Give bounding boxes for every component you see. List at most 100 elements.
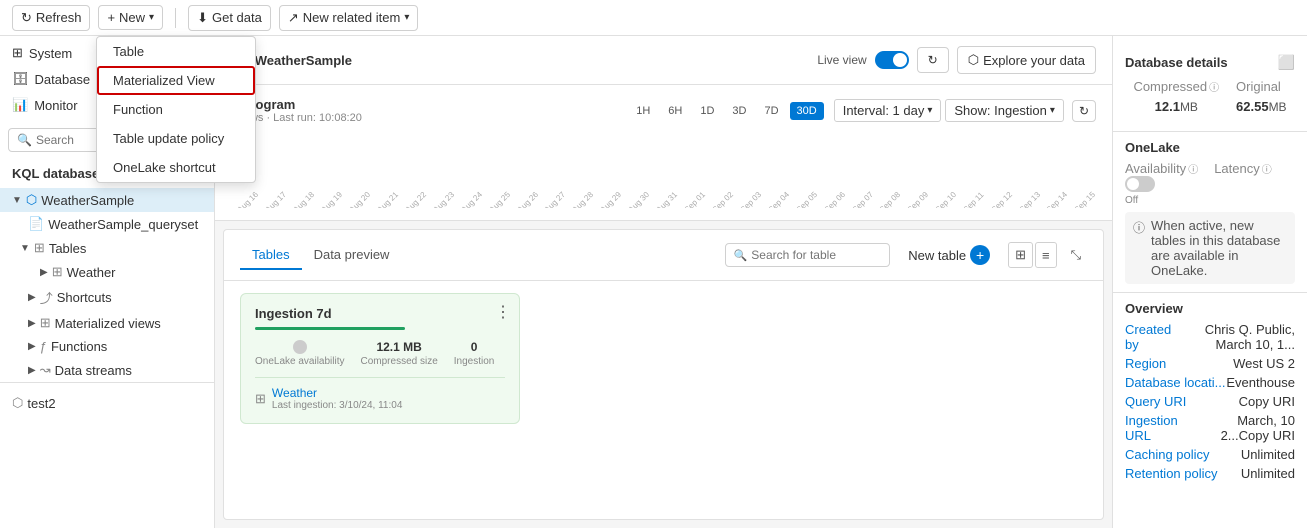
explore-data-button[interactable]: ⬡ Explore your data <box>957 46 1096 74</box>
sidebar-item-functions[interactable]: ▶ ƒ Functions <box>0 335 214 358</box>
mat-views-label: Materialized views <box>55 316 161 331</box>
database-details-title: Database details ⬜ <box>1125 54 1295 71</box>
chevron-down-icon: ▾ <box>149 12 154 23</box>
expand-weather-icon: ▶ <box>40 267 48 278</box>
compressed-size-box: Compressed ⓘ 12.1MB <box>1133 79 1219 117</box>
panel-expand-icon[interactable]: ⬜ <box>1278 54 1295 71</box>
dropdown-item-onelake-shortcut[interactable]: OneLake shortcut <box>97 153 255 182</box>
card-title: Ingestion 7d <box>255 306 505 321</box>
show-button[interactable]: Show: Ingestion ▾ <box>945 99 1064 122</box>
overview-row: Created by Chris Q. Public, March 10, 1.… <box>1125 322 1295 352</box>
card-stats: OneLake availability 12.1 MB Compressed … <box>255 340 505 367</box>
db-name-label: WeatherSample <box>41 193 134 208</box>
overview-row: Database locati... Eventhouse <box>1125 375 1295 390</box>
sidebar-item-shortcuts[interactable]: ▶ ⤴ Shortcuts <box>0 284 214 311</box>
grid-view-button[interactable]: ⊞ <box>1008 242 1033 268</box>
streams-icon: ↝ <box>40 362 51 378</box>
new-table-label: New table <box>908 248 966 263</box>
time-6h-button[interactable]: 6H <box>661 102 689 120</box>
availability-label: Availability ⓘ <box>1125 161 1198 176</box>
refresh-button[interactable]: ↻ Refresh <box>12 5 90 31</box>
show-label: Show: Ingestion <box>954 103 1047 118</box>
time-1h-button[interactable]: 1H <box>629 102 657 120</box>
new-table-button[interactable]: New table + <box>898 240 1000 270</box>
dropdown-onelake-label: OneLake shortcut <box>113 160 216 175</box>
tab-tables-label: Tables <box>252 247 290 262</box>
queryset-icon: 📄 <box>28 216 44 232</box>
sidebar-item-data-streams[interactable]: ▶ ↝ Data streams <box>0 358 214 382</box>
compressed-value: 12.1MB <box>1133 94 1219 117</box>
export-icon: ↗ <box>288 10 299 26</box>
system-label: System <box>29 46 72 61</box>
right-panel: Database details ⬜ Compressed ⓘ 12.1MB O… <box>1112 36 1307 528</box>
toolbar: ↻ Refresh + New ▾ ⬇ Get data ↗ New relat… <box>0 0 1307 36</box>
sidebar-item-queryset[interactable]: 📄 WeatherSample_queryset <box>0 212 214 236</box>
sidebar-item-tables[interactable]: ▼ ⊞ Tables <box>0 236 214 260</box>
overview-section: Overview Created by Chris Q. Public, Mar… <box>1113 293 1307 493</box>
dropdown-item-function[interactable]: Function <box>97 95 255 124</box>
tables-icon: ⊞ <box>34 240 45 256</box>
time-1d-button[interactable]: 1D <box>693 102 721 120</box>
time-3d-button[interactable]: 3D <box>725 102 753 120</box>
db-title-text: WeatherSample <box>255 53 352 68</box>
latency-label: Latency ⓘ <box>1214 161 1272 176</box>
weather-label: Weather <box>67 265 116 280</box>
time-30d-button[interactable]: 30D <box>790 102 824 120</box>
sidebar-item-test2[interactable]: ⬡ test2 <box>12 391 202 415</box>
live-view-toggle[interactable] <box>875 51 909 69</box>
new-button[interactable]: + New ▾ <box>98 5 163 30</box>
latency-label-text: Latency <box>1214 161 1260 176</box>
get-data-label: Get data <box>212 10 262 25</box>
tab-data-preview[interactable]: Data preview <box>302 241 402 270</box>
compressed-unit: MB <box>1180 100 1198 114</box>
histogram-refresh-button[interactable]: ↻ <box>1072 100 1096 122</box>
overview-val: Unlimited <box>1241 466 1295 481</box>
card-table-item-weather[interactable]: ⊞ Weather Last ingestion: 3/10/24, 11:04 <box>255 377 505 411</box>
explore-icon: ⬡ <box>968 52 979 68</box>
time-7d-button[interactable]: 7D <box>757 102 785 120</box>
functions-label: Functions <box>51 339 107 354</box>
db-actions: Live view ↻ ⬡ Explore your data <box>817 46 1096 74</box>
tab-tables[interactable]: Tables <box>240 241 302 270</box>
overview-val: Eventhouse <box>1226 375 1295 390</box>
availability-col: Availability ⓘ Off <box>1125 161 1198 206</box>
dropdown-item-materialized-view[interactable]: Materialized View <box>97 66 255 95</box>
tab-data-preview-label: Data preview <box>314 247 390 262</box>
expand-button[interactable]: ⤡ <box>1065 243 1087 267</box>
tables-content: ⋮ Ingestion 7d OneLake availability 12.1… <box>224 281 1103 519</box>
onelake-panel-section: OneLake Availability ⓘ Off Latency ⓘ <box>1113 132 1307 293</box>
new-related-button[interactable]: ↗ New related item ▾ <box>279 5 418 31</box>
overview-key: Caching policy <box>1125 447 1210 462</box>
availability-toggle[interactable] <box>1125 176 1155 192</box>
list-view-button[interactable]: ≡ <box>1035 242 1057 268</box>
sidebar-item-mat-views[interactable]: ▶ ⊞ Materialized views <box>0 311 214 335</box>
compressed-stat-label: Compressed size <box>361 356 438 367</box>
stat-onelake: OneLake availability <box>255 340 345 367</box>
search-table-box[interactable]: 🔍 <box>725 243 891 267</box>
new-related-label: New related item <box>303 10 401 25</box>
dropdown-item-table-update-policy[interactable]: Table update policy <box>97 124 255 153</box>
monitor-label: Monitor <box>34 98 77 113</box>
database-icon: 🗄 <box>12 71 29 87</box>
dropdown-item-table[interactable]: Table <box>97 37 255 66</box>
expand-shortcuts-icon: ▶ <box>28 292 36 303</box>
weather-table-icon: ⊞ <box>255 391 266 407</box>
sidebar-item-weather[interactable]: ▶ ⊞ Weather <box>0 260 214 284</box>
search-table-icon: 🔍 <box>734 249 748 262</box>
kql-section-label: KQL databases <box>12 166 106 181</box>
overview-val[interactable]: Copy URI <box>1239 394 1295 409</box>
view-buttons: ⊞ ≡ <box>1008 242 1057 268</box>
interval-button[interactable]: Interval: 1 day ▾ <box>834 99 942 122</box>
refresh-histogram-button[interactable]: ↻ <box>917 47 949 73</box>
test2-icon: ⬡ <box>12 395 23 411</box>
sidebar-item-weathersample[interactable]: ▼ ⬡ WeatherSample <box>0 188 214 212</box>
overview-val: West US 2 <box>1233 356 1295 371</box>
plus-icon: + <box>107 10 115 25</box>
search-table-input[interactable] <box>751 248 881 262</box>
get-data-button[interactable]: ⬇ Get data <box>188 5 271 31</box>
overview-key: Ingestion URL <box>1125 413 1189 443</box>
refresh-icon: ↻ <box>21 10 32 26</box>
search-icon: 🔍 <box>17 133 32 147</box>
card-menu-button[interactable]: ⋮ <box>495 302 511 322</box>
overview-val[interactable]: March, 10 2...Copy URI <box>1189 413 1295 443</box>
